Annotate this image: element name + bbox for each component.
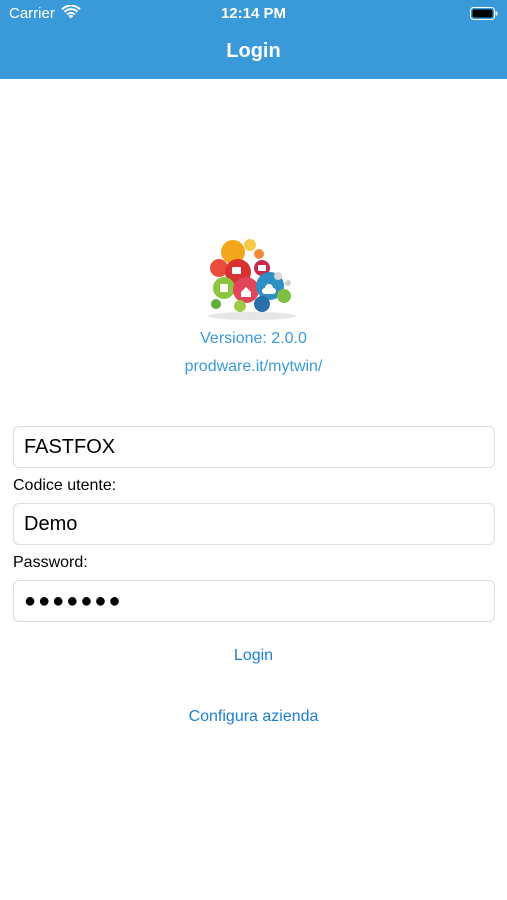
company-field[interactable]: FASTFOX: [13, 426, 495, 468]
password-field[interactable]: ●●●●●●●: [13, 580, 495, 622]
navigation-header: Carrier 12:14 PM Login: [0, 0, 507, 79]
app-logo: [208, 239, 296, 320]
app-version: Versione: 2.0.0: [200, 330, 307, 347]
login-button[interactable]: Login: [0, 647, 507, 665]
page-title: Login: [226, 40, 281, 62]
password-label: Password:: [13, 554, 88, 571]
status-bar: Carrier 12:14 PM: [0, 0, 507, 28]
clock: 12:14 PM: [220, 5, 287, 22]
website-link[interactable]: prodware.it/mytwin/: [0, 358, 507, 376]
configure-company-button[interactable]: Configura azienda: [0, 708, 507, 726]
user-code-label: Codice utente:: [13, 477, 117, 494]
user-code-field[interactable]: Demo: [13, 503, 495, 545]
battery-icon: [470, 7, 498, 20]
